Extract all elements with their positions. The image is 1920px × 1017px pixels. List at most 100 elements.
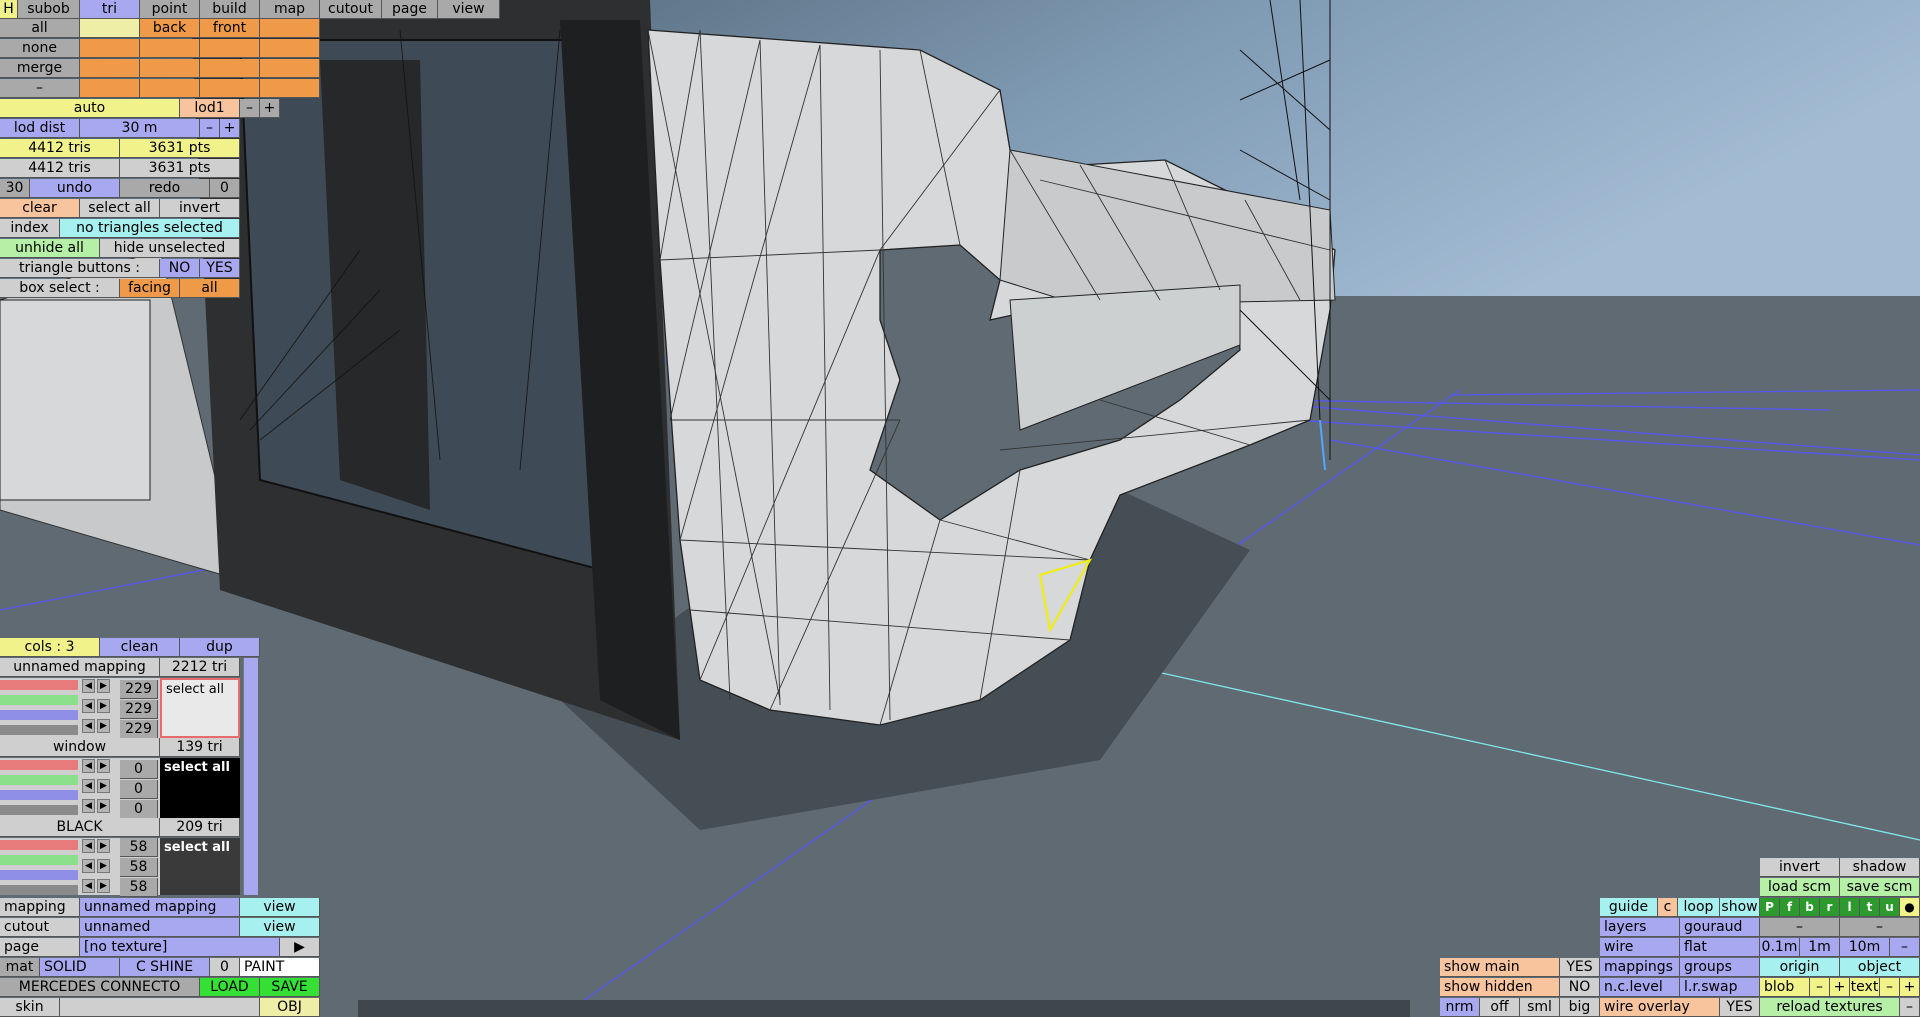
lod-dist-plus-button[interactable]: + (220, 119, 240, 138)
tri-slot-7[interactable] (80, 59, 140, 78)
arrow-left-icon[interactable]: ◀ (82, 699, 95, 713)
wire-overlay-toggle[interactable]: YES (1720, 998, 1760, 1017)
tri-all-button[interactable]: all (0, 19, 80, 38)
swatch-select-all[interactable]: select all (164, 840, 230, 855)
tri-slot-10[interactable] (260, 59, 320, 78)
tri-slot-2[interactable] (260, 19, 320, 38)
invert-button[interactable]: invert (1760, 858, 1840, 877)
cutout-value[interactable]: unnamed (80, 918, 240, 937)
clean-button[interactable]: clean (100, 638, 180, 657)
clear-selection-button[interactable]: clear (0, 199, 80, 218)
layers-button[interactable]: layers (1600, 918, 1680, 937)
red-slider[interactable] (0, 680, 78, 690)
select-all-button[interactable]: select all (80, 199, 160, 218)
paint-button[interactable]: PAINT (240, 958, 320, 977)
show-main-toggle[interactable]: YES (1560, 958, 1600, 977)
mappings-button[interactable]: mappings (1600, 958, 1680, 977)
materials-scrollbar[interactable] (243, 658, 258, 895)
arrow-left-icon[interactable]: ◀ (82, 859, 95, 873)
tri-merge-button[interactable]: merge (0, 59, 80, 78)
swatch-select-all[interactable]: select all (166, 682, 224, 697)
tri-dash-button[interactable]: – (0, 79, 80, 98)
grid-10m-button[interactable]: 10m (1840, 938, 1890, 957)
view-p-button[interactable]: P (1760, 898, 1780, 917)
view-b-button[interactable]: b (1800, 898, 1820, 917)
lod-plus-button[interactable]: + (260, 99, 280, 118)
nc-level-button[interactable]: n.c.level (1600, 978, 1680, 997)
wire-button[interactable]: wire (1600, 938, 1680, 957)
groups-button[interactable]: groups (1680, 958, 1760, 977)
arrow-right-icon[interactable]: ▶ (97, 699, 110, 713)
tri-back-button[interactable]: back (140, 19, 200, 38)
show-hidden-toggle[interactable]: NO (1560, 978, 1600, 997)
arrow-right-icon[interactable]: ▶ (97, 839, 110, 853)
view-f-button[interactable]: f (1780, 898, 1800, 917)
mapping-view-button[interactable]: view (240, 898, 320, 917)
arrow-right-icon[interactable]: ▶ (97, 679, 110, 693)
viewport-3d[interactable] (0, 0, 1920, 1017)
alpha-slider[interactable] (0, 725, 78, 735)
material-swatch[interactable]: select all (160, 758, 240, 818)
page-next-icon[interactable]: ▶ (280, 938, 320, 957)
loop-button[interactable]: loop (1678, 898, 1720, 917)
alpha-slider[interactable] (0, 805, 78, 815)
tri-slot-3[interactable] (80, 39, 140, 58)
gouraud-minus-button[interactable]: – (1840, 918, 1920, 937)
tri-slot-8[interactable] (140, 59, 200, 78)
tri-slot-13[interactable] (200, 79, 260, 98)
view-t-button[interactable]: t (1860, 898, 1880, 917)
arrow-right-icon[interactable]: ▶ (97, 879, 110, 893)
object-button[interactable]: object (1840, 958, 1920, 977)
menu-page[interactable]: page (382, 0, 438, 19)
dup-button[interactable]: dup (180, 638, 260, 657)
undo-button[interactable]: undo (30, 179, 120, 198)
off-button[interactable]: off (1480, 998, 1520, 1017)
blue-slider[interactable] (0, 870, 78, 880)
view-r-button[interactable]: r (1820, 898, 1840, 917)
tri-slot-14[interactable] (260, 79, 320, 98)
invert-selection-button[interactable]: invert (160, 199, 240, 218)
box-select-all[interactable]: all (180, 279, 240, 298)
blue-slider[interactable] (0, 790, 78, 800)
text-button[interactable]: text (1850, 978, 1880, 997)
lod-auto-button[interactable]: auto (0, 99, 180, 118)
blob-minus-button[interactable]: – (1810, 978, 1830, 997)
green-slider[interactable] (0, 775, 78, 785)
red-slider[interactable] (0, 840, 78, 850)
arrow-left-icon[interactable]: ◀ (82, 799, 95, 813)
guide-button[interactable]: guide (1600, 898, 1658, 917)
hide-unselected-button[interactable]: hide unselected (100, 239, 240, 258)
save-scm-button[interactable]: save scm (1840, 878, 1920, 897)
flat-button[interactable]: flat (1680, 938, 1760, 957)
lod1-button[interactable]: lod1 (180, 99, 240, 118)
arrow-left-icon[interactable]: ◀ (82, 759, 95, 773)
menu-point[interactable]: point (140, 0, 200, 19)
reload-textures-button[interactable]: reload textures (1760, 998, 1900, 1017)
menu-cutout[interactable]: cutout (320, 0, 382, 19)
redo-button[interactable]: redo (120, 179, 210, 198)
tri-none-button[interactable]: none (0, 39, 80, 58)
tri-slot-6[interactable] (260, 39, 320, 58)
big-button[interactable]: big (1560, 998, 1600, 1017)
menu-tri[interactable]: tri (80, 0, 140, 19)
tri-slot-1[interactable] (80, 19, 140, 38)
tri-slot-4[interactable] (140, 39, 200, 58)
skin-value[interactable] (60, 998, 260, 1017)
blue-slider[interactable] (0, 710, 78, 720)
h-toggle-button[interactable]: H (0, 0, 18, 19)
load-button[interactable]: LOAD (200, 978, 260, 997)
arrow-right-icon[interactable]: ▶ (97, 719, 110, 733)
arrow-left-icon[interactable]: ◀ (82, 839, 95, 853)
gouraud-button[interactable]: gouraud (1680, 918, 1760, 937)
triangle-buttons-no[interactable]: NO (160, 259, 200, 278)
shadow-button[interactable]: shadow (1840, 858, 1920, 877)
c-shine-button[interactable]: C SHINE (120, 958, 210, 977)
nrm-button[interactable]: nrm (1440, 998, 1480, 1017)
mapping-value[interactable]: unnamed mapping (80, 898, 240, 917)
grid-1m-button[interactable]: 1m (1800, 938, 1840, 957)
save-button[interactable]: SAVE (260, 978, 320, 997)
triangle-buttons-yes[interactable]: YES (200, 259, 240, 278)
arrow-right-icon[interactable]: ▶ (97, 759, 110, 773)
grid-minus-button[interactable]: – (1890, 938, 1920, 957)
reload-minus-button[interactable]: – (1900, 998, 1920, 1017)
